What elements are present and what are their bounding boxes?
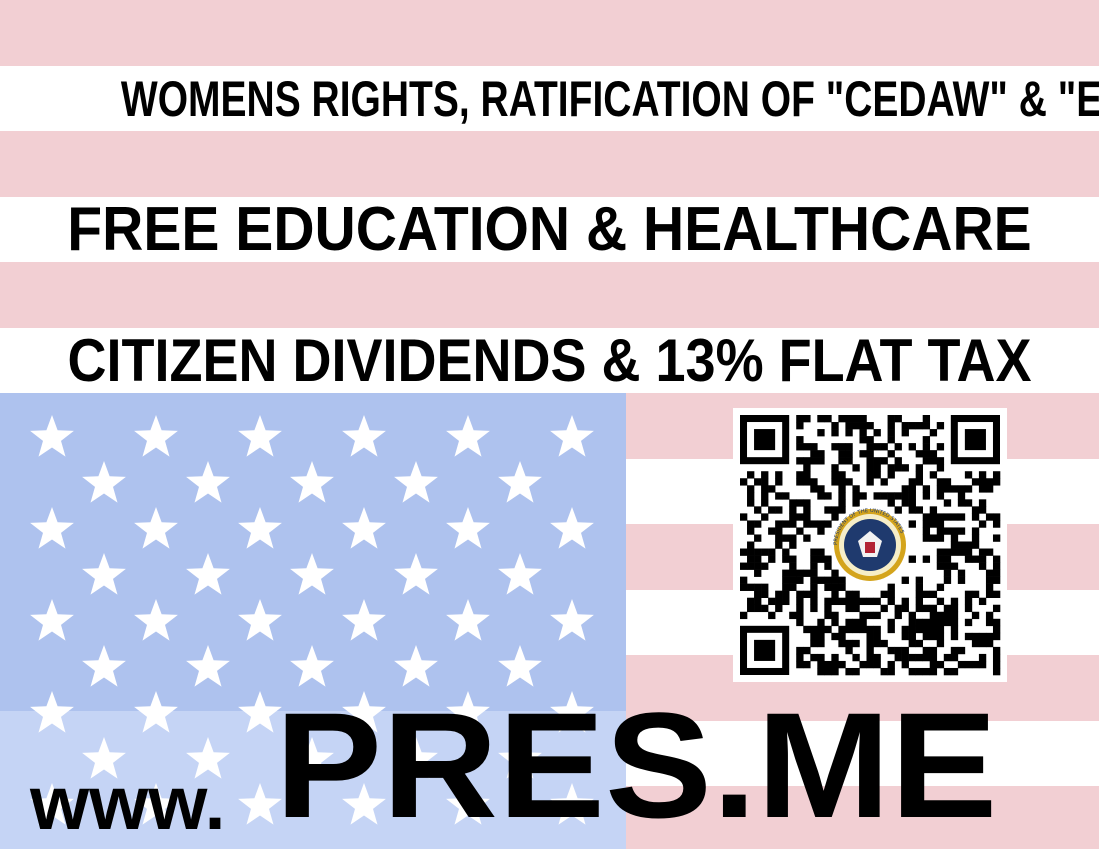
star-icon [342,599,386,641]
star-icon [30,599,74,641]
slogan-womens-rights: WOMENS RIGHTS, RATIFICATION OF "CEDAW" &… [120,71,1099,127]
star-icon [550,599,594,641]
star-icon [290,553,334,595]
star-icon [82,645,126,687]
star-icon [238,599,282,641]
flag-stripe [0,131,1099,197]
flag-stripe [0,262,1099,328]
star-icon [550,415,594,457]
star-icon [394,553,438,595]
star-icon [550,507,594,549]
star-icon [82,553,126,595]
star-icon [290,461,334,503]
star-icon [498,461,542,503]
star-icon [238,507,282,549]
flag-stripe [0,0,1099,66]
url-domain: PRES.ME [275,681,998,849]
star-icon [186,461,230,503]
website-url[interactable]: www. PRES.ME [30,690,1090,849]
star-icon [446,507,490,549]
star-icon [134,599,178,641]
star-icon [342,415,386,457]
star-icon [446,599,490,641]
star-icon [30,415,74,457]
qr-code[interactable]: PRESIDENT OF THE UNITED STATES [733,408,1007,682]
star-icon [134,415,178,457]
slogan-free-education: FREE EDUCATION & HEALTHCARE [67,195,1032,264]
star-icon [186,553,230,595]
star-icon [394,461,438,503]
star-icon [498,553,542,595]
star-icon [446,415,490,457]
star-icon [30,507,74,549]
star-icon [238,415,282,457]
campaign-poster: WOMENS RIGHTS, RATIFICATION OF "CEDAW" &… [0,0,1099,849]
qr-code-icon[interactable]: PRESIDENT OF THE UNITED STATES [733,408,1007,682]
star-icon [342,507,386,549]
slogan-citizen-dividends: CITIZEN DIVIDENDS & 13% FLAT TAX [67,327,1032,394]
star-icon [134,507,178,549]
star-icon [186,645,230,687]
star-icon [82,461,126,503]
url-prefix: www. [30,761,226,846]
